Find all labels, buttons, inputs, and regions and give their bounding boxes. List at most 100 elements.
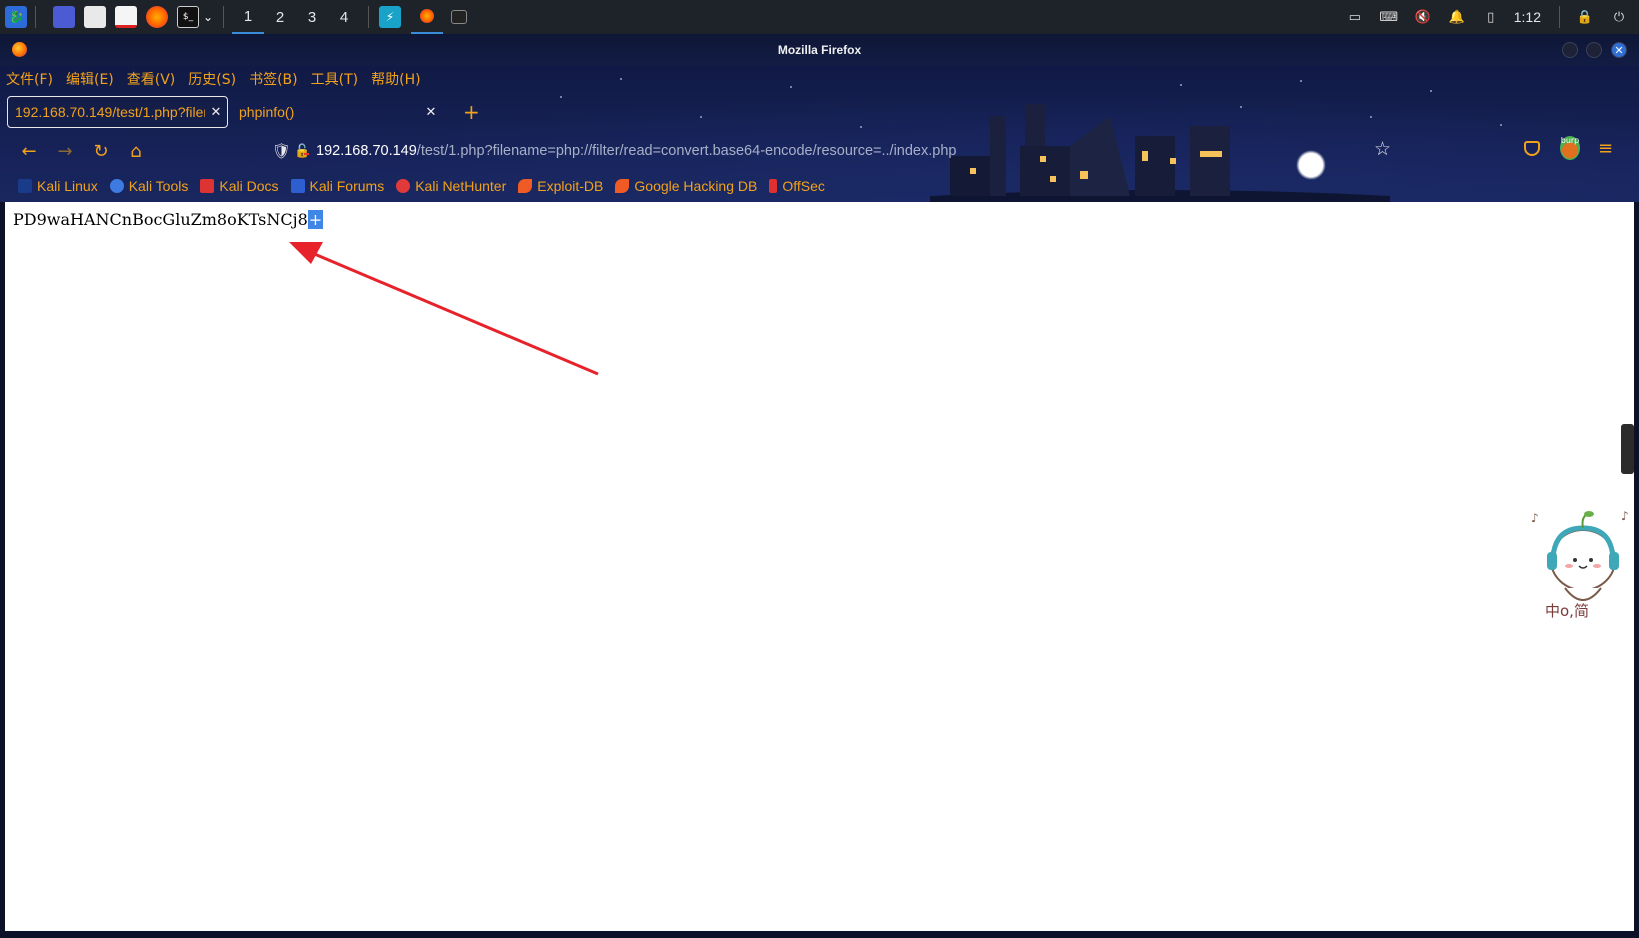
minimize-button[interactable] xyxy=(1562,42,1578,58)
ghdb-icon xyxy=(615,179,630,193)
workspace-3[interactable]: 3 xyxy=(296,0,328,34)
star-decoration xyxy=(620,78,622,80)
kali-menu-icon[interactable]: 🐉 xyxy=(5,6,27,28)
burp-extension-icon[interactable]: burp xyxy=(1560,136,1580,160)
back-button[interactable]: ← xyxy=(16,138,42,164)
bookmark-label: Kali Tools xyxy=(128,178,189,194)
menu-help[interactable]: 帮助(H) xyxy=(371,69,420,89)
text-editor-icon[interactable] xyxy=(115,6,137,28)
offsec-icon xyxy=(769,179,778,193)
desktop-icon[interactable] xyxy=(53,6,75,28)
menu-edit[interactable]: 编辑(E) xyxy=(66,69,114,89)
new-tab-button[interactable]: + xyxy=(463,100,480,124)
display-icon[interactable]: ▭ xyxy=(1345,7,1365,27)
volume-muted-icon[interactable]: 🔇 xyxy=(1413,7,1433,27)
bookmark-label: Kali Forums xyxy=(309,178,385,194)
bookmark-label: Exploit-DB xyxy=(537,178,604,194)
tab-label: phpinfo() xyxy=(239,104,295,120)
bookmark-offsec[interactable]: OffSec xyxy=(769,178,825,194)
kali-docs-icon xyxy=(200,179,215,193)
keyboard-icon[interactable]: ⌨ xyxy=(1379,7,1399,27)
taskbar-separator xyxy=(368,6,369,28)
bookmark-label: OffSec xyxy=(782,178,825,194)
star-decoration xyxy=(790,86,792,88)
taskbar: 🐉 $_ ⌄ 1 2 3 4 ⚡ ▭ ⌨ 🔇 🔔 ▯ 1:12 🔒 ⏻ xyxy=(0,0,1639,34)
taskbar-separator xyxy=(35,6,36,28)
arrow-head xyxy=(289,242,323,264)
workspace-2[interactable]: 2 xyxy=(264,0,296,34)
menu-view[interactable]: 查看(V) xyxy=(127,69,176,89)
hamburger-menu-icon[interactable]: ≡ xyxy=(1598,138,1613,159)
nethunter-icon xyxy=(396,179,411,193)
url-path: /test/1.php?filename=php://filter/read=c… xyxy=(416,143,957,159)
scrollbar-thumb[interactable] xyxy=(1621,424,1634,474)
music-note-icon: ♪ xyxy=(1621,509,1629,523)
theme-moon-decoration xyxy=(1296,150,1326,180)
bookmark-kali-nethunter[interactable]: Kali NetHunter xyxy=(396,178,506,194)
bookmark-kali-tools[interactable]: Kali Tools xyxy=(109,178,189,194)
sticker-text: 中o,简 xyxy=(1545,602,1589,620)
clock[interactable]: 1:12 xyxy=(1514,9,1541,25)
battery-icon[interactable]: ▯ xyxy=(1481,7,1501,27)
workspace-4[interactable]: 4 xyxy=(328,0,360,34)
reload-button[interactable]: ↻ xyxy=(88,138,114,164)
burp-badge: burp xyxy=(1560,136,1580,145)
menubar: 文件(F) 编辑(E) 查看(V) 历史(S) 书签(B) 工具(T) 帮助(H… xyxy=(6,66,434,92)
url-bar[interactable]: 🛡 🔓 192.168.70.149/test/1.php?filename=p… xyxy=(272,137,1132,165)
terminal-icon[interactable]: $_ xyxy=(177,6,199,28)
arrow-shaft xyxy=(304,248,599,376)
chevron-down-icon[interactable]: ⌄ xyxy=(201,6,215,28)
file-manager-icon[interactable] xyxy=(84,6,106,28)
bookmark-google-hacking-db[interactable]: Google Hacking DB xyxy=(615,178,757,194)
forward-button[interactable]: → xyxy=(52,138,78,164)
url-text[interactable]: 192.168.70.149/test/1.php?filename=php:/… xyxy=(316,143,956,159)
close-button[interactable]: ✕ xyxy=(1611,42,1627,58)
terminal-task-icon[interactable] xyxy=(451,10,467,24)
tab-label: 192.168.70.149/test/1.php?filename=php:/… xyxy=(15,104,205,120)
menu-file[interactable]: 文件(F) xyxy=(6,69,53,89)
bookmark-exploit-db[interactable]: Exploit-DB xyxy=(518,178,603,194)
firefox-logo-icon xyxy=(12,42,27,57)
tab-close-icon[interactable]: ✕ xyxy=(420,104,442,120)
burp-task-icon[interactable]: ⚡ xyxy=(379,6,401,28)
kali-tools-icon xyxy=(109,179,124,193)
power-icon[interactable]: ⏻ xyxy=(1609,7,1629,27)
workspace-1[interactable]: 1 xyxy=(232,0,264,34)
bookmark-kali-linux[interactable]: Kali Linux xyxy=(18,178,98,194)
bookmark-label: Google Hacking DB xyxy=(634,178,758,194)
bookmark-kali-forums[interactable]: Kali Forums xyxy=(290,178,385,194)
kali-forums-icon xyxy=(290,179,305,193)
tab-active[interactable]: 192.168.70.149/test/1.php?filename=php:/… xyxy=(7,96,228,128)
lock-screen-icon[interactable]: 🔒 xyxy=(1575,7,1595,27)
bookmark-star-icon[interactable]: ☆ xyxy=(1374,138,1391,160)
tab-strip: 192.168.70.149/test/1.php?filename=php:/… xyxy=(0,94,1639,130)
menu-bookmarks[interactable]: 书签(B) xyxy=(249,69,298,89)
menu-history[interactable]: 历史(S) xyxy=(188,69,236,89)
pocket-icon[interactable] xyxy=(1524,141,1540,156)
window-title: Mozilla Firefox xyxy=(777,43,862,57)
url-host: 192.168.70.149 xyxy=(316,143,417,159)
star-decoration xyxy=(1180,84,1182,86)
notification-bell-icon[interactable]: 🔔 xyxy=(1447,7,1467,27)
firefox-task-icon[interactable] xyxy=(411,0,443,34)
home-button[interactable]: ⌂ xyxy=(123,138,149,164)
red-annotation-arrow xyxy=(289,242,599,376)
menu-tools[interactable]: 工具(T) xyxy=(311,69,358,89)
tracking-shield-icon[interactable]: 🛡 xyxy=(272,142,294,160)
kali-dragon-icon xyxy=(18,179,32,193)
star-decoration xyxy=(1430,90,1432,92)
firefox-icon[interactable] xyxy=(146,6,168,28)
tab-close-icon[interactable]: ✕ xyxy=(205,104,227,120)
bookmark-label: Kali NetHunter xyxy=(415,178,507,194)
music-note-icon: ♪ xyxy=(1531,511,1539,525)
navigation-toolbar: ← → ↻ ⌂ 🛡 🔓 192.168.70.149/test/1.php?fi… xyxy=(0,132,1639,170)
tab-phpinfo[interactable]: phpinfo() ✕ xyxy=(232,96,442,128)
exploit-db-icon xyxy=(518,179,533,193)
star-decoration xyxy=(1300,80,1302,82)
titlebar[interactable]: Mozilla Firefox ✕ xyxy=(0,34,1639,66)
bookmark-kali-docs[interactable]: Kali Docs xyxy=(200,178,279,194)
taskbar-separator xyxy=(223,6,224,28)
page-content: PD9waHANCnBocGluZm8oKTsNCj8+ 中o,简 ♪ ♪ xyxy=(5,202,1634,931)
maximize-button[interactable] xyxy=(1586,42,1602,58)
insecure-lock-icon[interactable]: 🔓 xyxy=(294,144,316,159)
